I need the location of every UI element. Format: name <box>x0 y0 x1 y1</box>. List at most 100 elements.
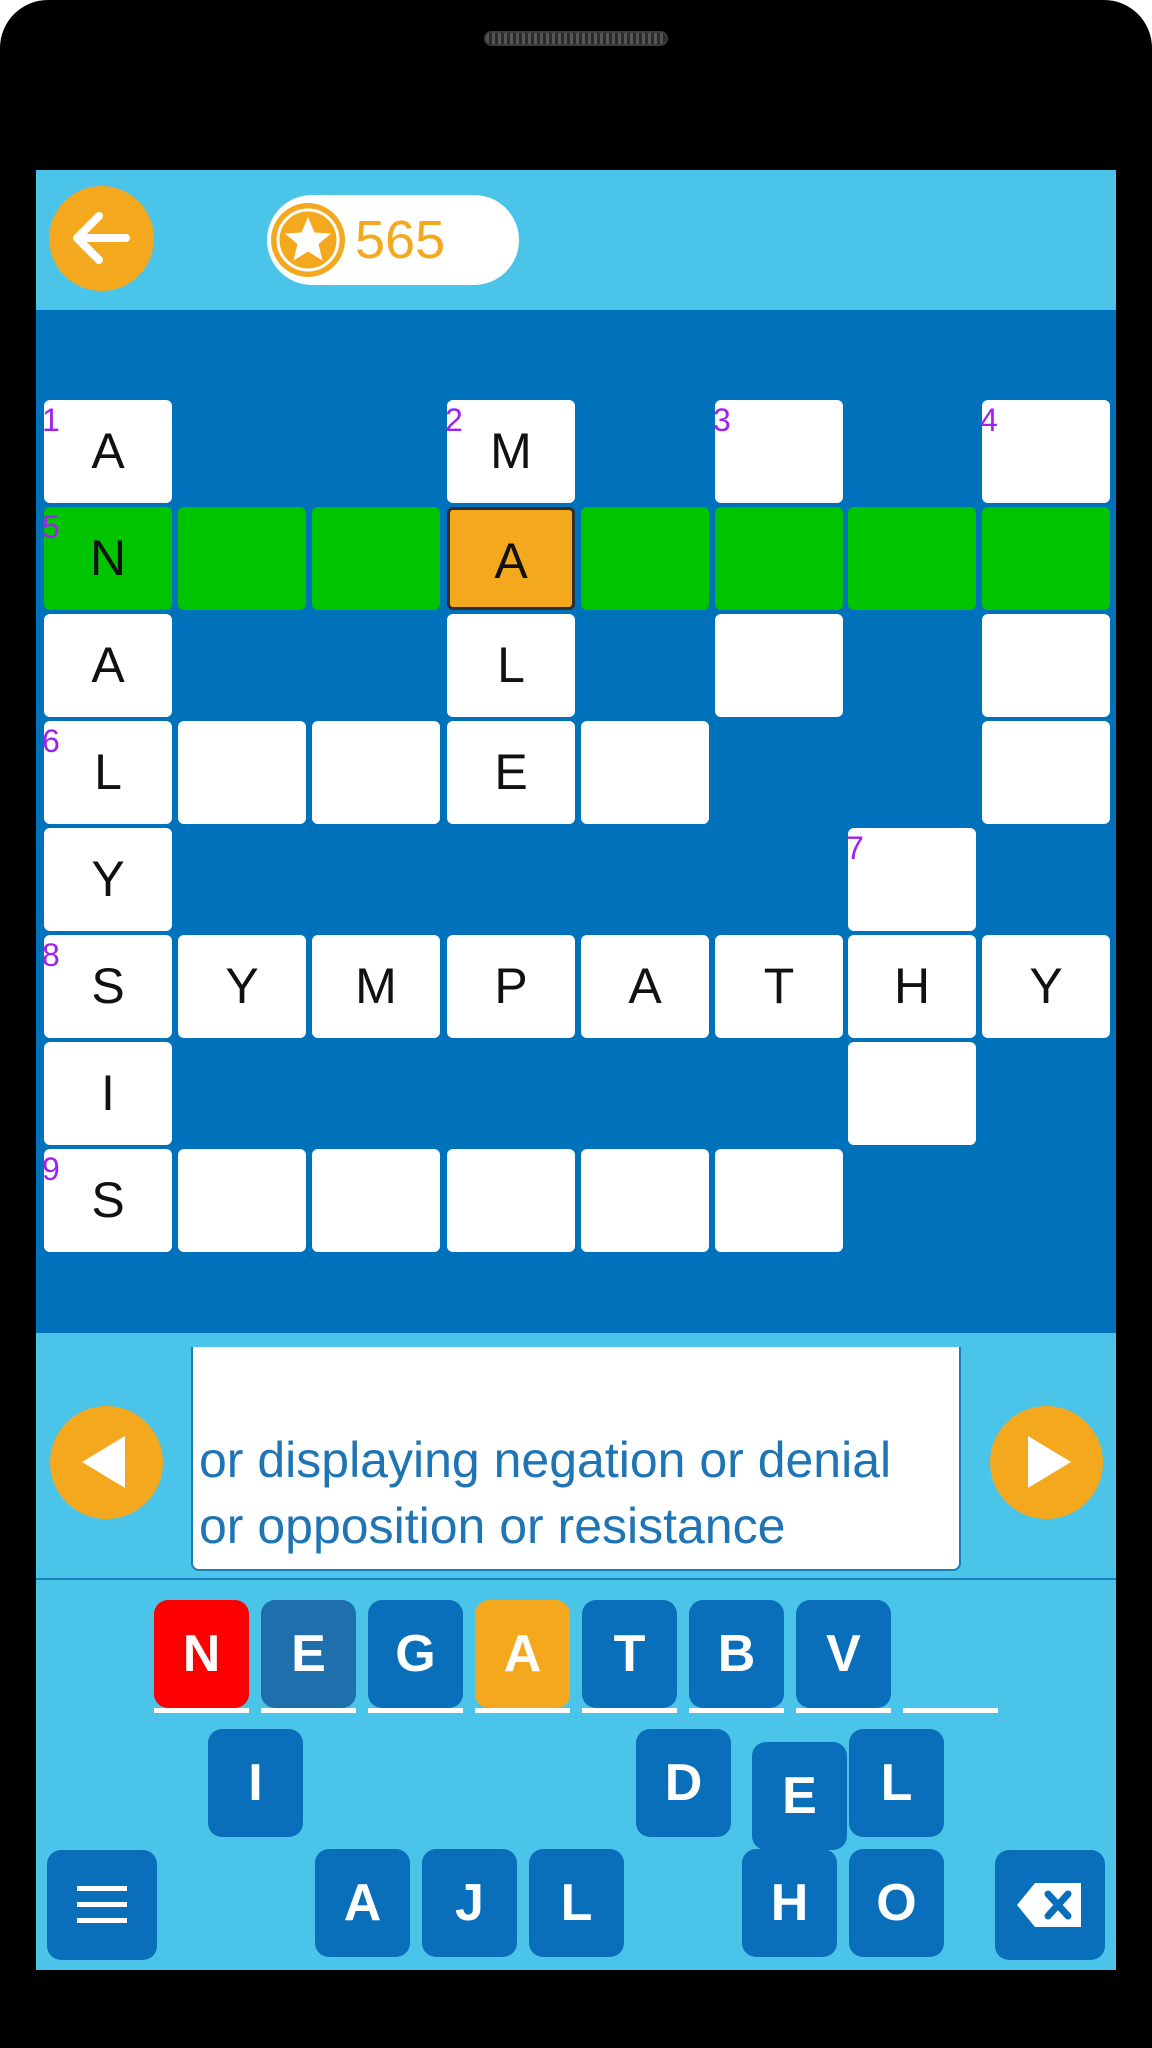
star-coin-icon <box>271 203 345 277</box>
phone-frame: 565 A1M234N5AALL6EY7S8YMPATHYIS9 or disp… <box>0 0 1152 2048</box>
cell-27[interactable]: M <box>312 935 440 1038</box>
clue-text: or displaying negation or denial or oppo… <box>199 1432 892 1554</box>
answer-tile-5[interactable]: T <box>582 1600 677 1708</box>
cell-5[interactable]: N5 <box>42 507 172 610</box>
letter-key-5[interactable]: A <box>315 1849 410 1957</box>
cell-12[interactable] <box>982 507 1110 610</box>
cell-letter <box>982 614 1110 717</box>
answer-slot-underline <box>261 1708 356 1713</box>
cell-18[interactable] <box>178 721 306 824</box>
cell-letter <box>178 721 306 824</box>
answer-tile-7[interactable]: V <box>796 1600 891 1708</box>
cell-33[interactable]: I <box>44 1042 172 1145</box>
cell-letter <box>178 1149 306 1252</box>
cell-29[interactable]: A <box>581 935 709 1038</box>
cell-letter <box>447 1149 575 1252</box>
cell-9[interactable] <box>581 507 709 610</box>
cell-letter: Y <box>91 851 125 907</box>
letter-key-6[interactable]: J <box>422 1849 517 1957</box>
cell-letter <box>982 507 1110 610</box>
next-clue-button[interactable] <box>990 1406 1103 1519</box>
cell-31[interactable]: H <box>848 935 976 1038</box>
cell-25[interactable]: S8 <box>42 935 172 1038</box>
cell-35[interactable]: S9 <box>42 1149 172 1252</box>
letter-key-7[interactable]: L <box>529 1849 624 1957</box>
cell-8[interactable]: A <box>447 507 575 610</box>
cell-10[interactable] <box>715 507 843 610</box>
back-button[interactable] <box>49 186 154 291</box>
cell-17[interactable]: L6 <box>42 721 172 824</box>
cell-letter: I <box>101 1065 115 1121</box>
cell-24[interactable]: 7 <box>846 828 976 931</box>
cell-14[interactable]: L <box>447 614 575 717</box>
cell-19[interactable] <box>312 721 440 824</box>
cell-letter: M <box>490 423 532 479</box>
letter-key-4[interactable]: L <box>849 1729 944 1837</box>
cell-letter <box>581 507 709 610</box>
answer-tile-1[interactable]: N <box>154 1600 249 1708</box>
cell-26[interactable]: Y <box>178 935 306 1038</box>
cell-letter: H <box>893 958 931 1014</box>
cell-22[interactable] <box>982 721 1110 824</box>
cell-letter <box>715 507 843 610</box>
cell-40[interactable] <box>715 1149 843 1252</box>
cell-letter: Y <box>1029 958 1063 1014</box>
letter-key-1[interactable]: I <box>208 1729 303 1837</box>
cell-21[interactable] <box>581 721 709 824</box>
cell-letter: Y <box>225 958 259 1014</box>
cell-1[interactable]: A1 <box>42 400 172 503</box>
cell-7[interactable] <box>312 507 440 610</box>
prev-clue-button[interactable] <box>50 1406 163 1519</box>
cell-3[interactable]: 3 <box>713 400 843 503</box>
letter-key-2[interactable]: D <box>636 1729 731 1837</box>
cell-number: 2 <box>445 402 463 438</box>
cell-letter <box>982 721 1110 824</box>
cell-letter: L <box>497 637 525 693</box>
cell-number: 1 <box>42 402 60 438</box>
delete-button[interactable] <box>995 1850 1105 1960</box>
letter-key-9[interactable]: O <box>849 1849 944 1957</box>
cell-16[interactable] <box>982 614 1110 717</box>
answer-tile-4[interactable]: A <box>475 1600 570 1708</box>
answer-tile-6[interactable]: B <box>689 1600 784 1708</box>
clue-box: or displaying negation or denial or oppo… <box>191 1347 961 1571</box>
cell-30[interactable]: T <box>715 935 843 1038</box>
answer-slot-underline <box>582 1708 677 1713</box>
cell-11[interactable] <box>848 507 976 610</box>
cell-13[interactable]: A <box>44 614 172 717</box>
cell-letter <box>715 1149 843 1252</box>
cell-4[interactable]: 4 <box>980 400 1110 503</box>
triangle-right-icon <box>1028 1436 1071 1488</box>
cell-36[interactable] <box>178 1149 306 1252</box>
cell-6[interactable] <box>178 507 306 610</box>
cell-2[interactable]: M2 <box>445 400 575 503</box>
cell-39[interactable] <box>581 1149 709 1252</box>
cell-letter: T <box>763 958 795 1014</box>
cell-letter: S <box>91 1172 125 1228</box>
letter-key-8[interactable]: H <box>742 1849 837 1957</box>
cell-letter <box>312 721 440 824</box>
menu-button[interactable] <box>47 1850 157 1960</box>
cell-number: 4 <box>980 402 998 438</box>
cell-letter <box>312 507 440 610</box>
letter-key-3[interactable]: E <box>752 1742 847 1850</box>
cell-32[interactable]: Y <box>982 935 1110 1038</box>
cell-37[interactable] <box>312 1149 440 1252</box>
cell-letter <box>581 1149 709 1252</box>
cell-23[interactable]: Y <box>44 828 172 931</box>
cell-15[interactable] <box>715 614 843 717</box>
cell-letter: A <box>494 533 528 589</box>
answer-tile-3[interactable]: G <box>368 1600 463 1708</box>
hamburger-menu-icon <box>77 1886 127 1923</box>
cell-number: 7 <box>846 830 864 866</box>
cell-number: 8 <box>42 937 60 973</box>
cell-number: 6 <box>42 723 60 759</box>
cell-34[interactable] <box>848 1042 976 1145</box>
cell-20[interactable]: E <box>447 721 575 824</box>
cell-28[interactable]: P <box>447 935 575 1038</box>
cell-letter: A <box>91 423 125 479</box>
answer-tile-2[interactable]: E <box>261 1600 356 1708</box>
coin-count: 565 <box>355 210 446 270</box>
cell-38[interactable] <box>447 1149 575 1252</box>
cell-letter <box>848 507 976 610</box>
